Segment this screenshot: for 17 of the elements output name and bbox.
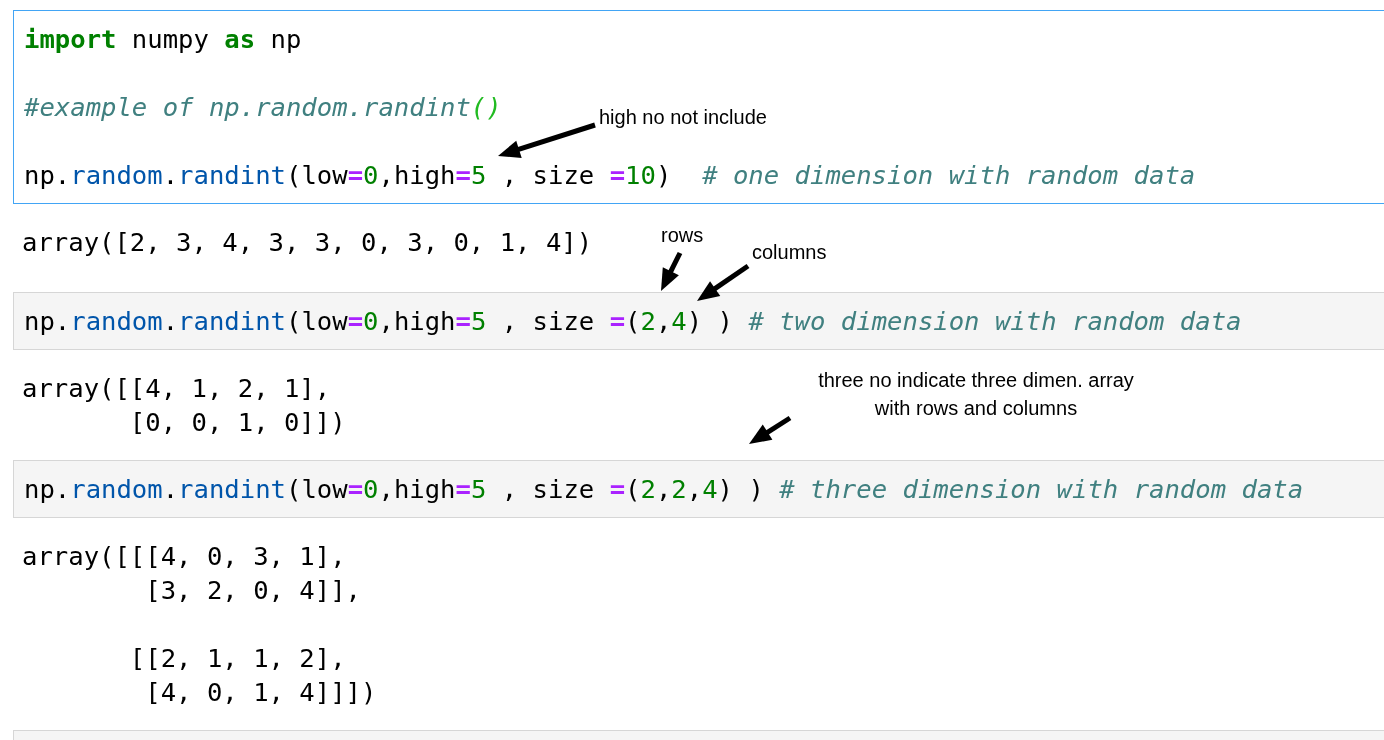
cell-output: array([[4, 1, 2, 1], [0, 0, 1, 0]]) <box>21 372 346 439</box>
annotation-text: columns <box>752 240 827 265</box>
arrow <box>749 415 792 444</box>
code-cell[interactable]: np.random.randint(low=0,high=5 , size =(2,2,4) ) # three dimension with random data <box>13 460 1384 518</box>
annotation-text: three no indicate three dimen. array with rows and columns <box>817 368 1135 421</box>
cell-output: array([[[4, 0, 3, 1], [3, 2, 0, 4]], [[2, 1, 1, 2], [4, 0, 1, 4]]]) <box>21 540 377 709</box>
code-line: import numpy as np <box>24 23 302 56</box>
code-line: np.random.randint(low=0,high=5 , size =(2,4) ) # two dimension with random data <box>24 305 1242 338</box>
code-cell[interactable]: np.random.randint(low=0,high=5 , size =(2,4) ) # two dimension with random data <box>13 292 1384 350</box>
arrow <box>697 263 750 301</box>
code-line: np.random.randint(low=0,high=5 , size =10) # one dimension with random data <box>24 159 1196 192</box>
cell-output: array([2, 3, 4, 3, 3, 0, 3, 0, 1, 4]) <box>21 226 593 259</box>
arrow <box>661 251 683 291</box>
annotation-text: high no not include <box>599 105 767 130</box>
code-line: np.random.randint(low=0,high=5 , size =(2,2,4) ) # three dimension with random data <box>24 473 1304 506</box>
annotation-text: rows <box>661 223 704 248</box>
code-line: #example of np.random.randint() <box>24 91 502 124</box>
